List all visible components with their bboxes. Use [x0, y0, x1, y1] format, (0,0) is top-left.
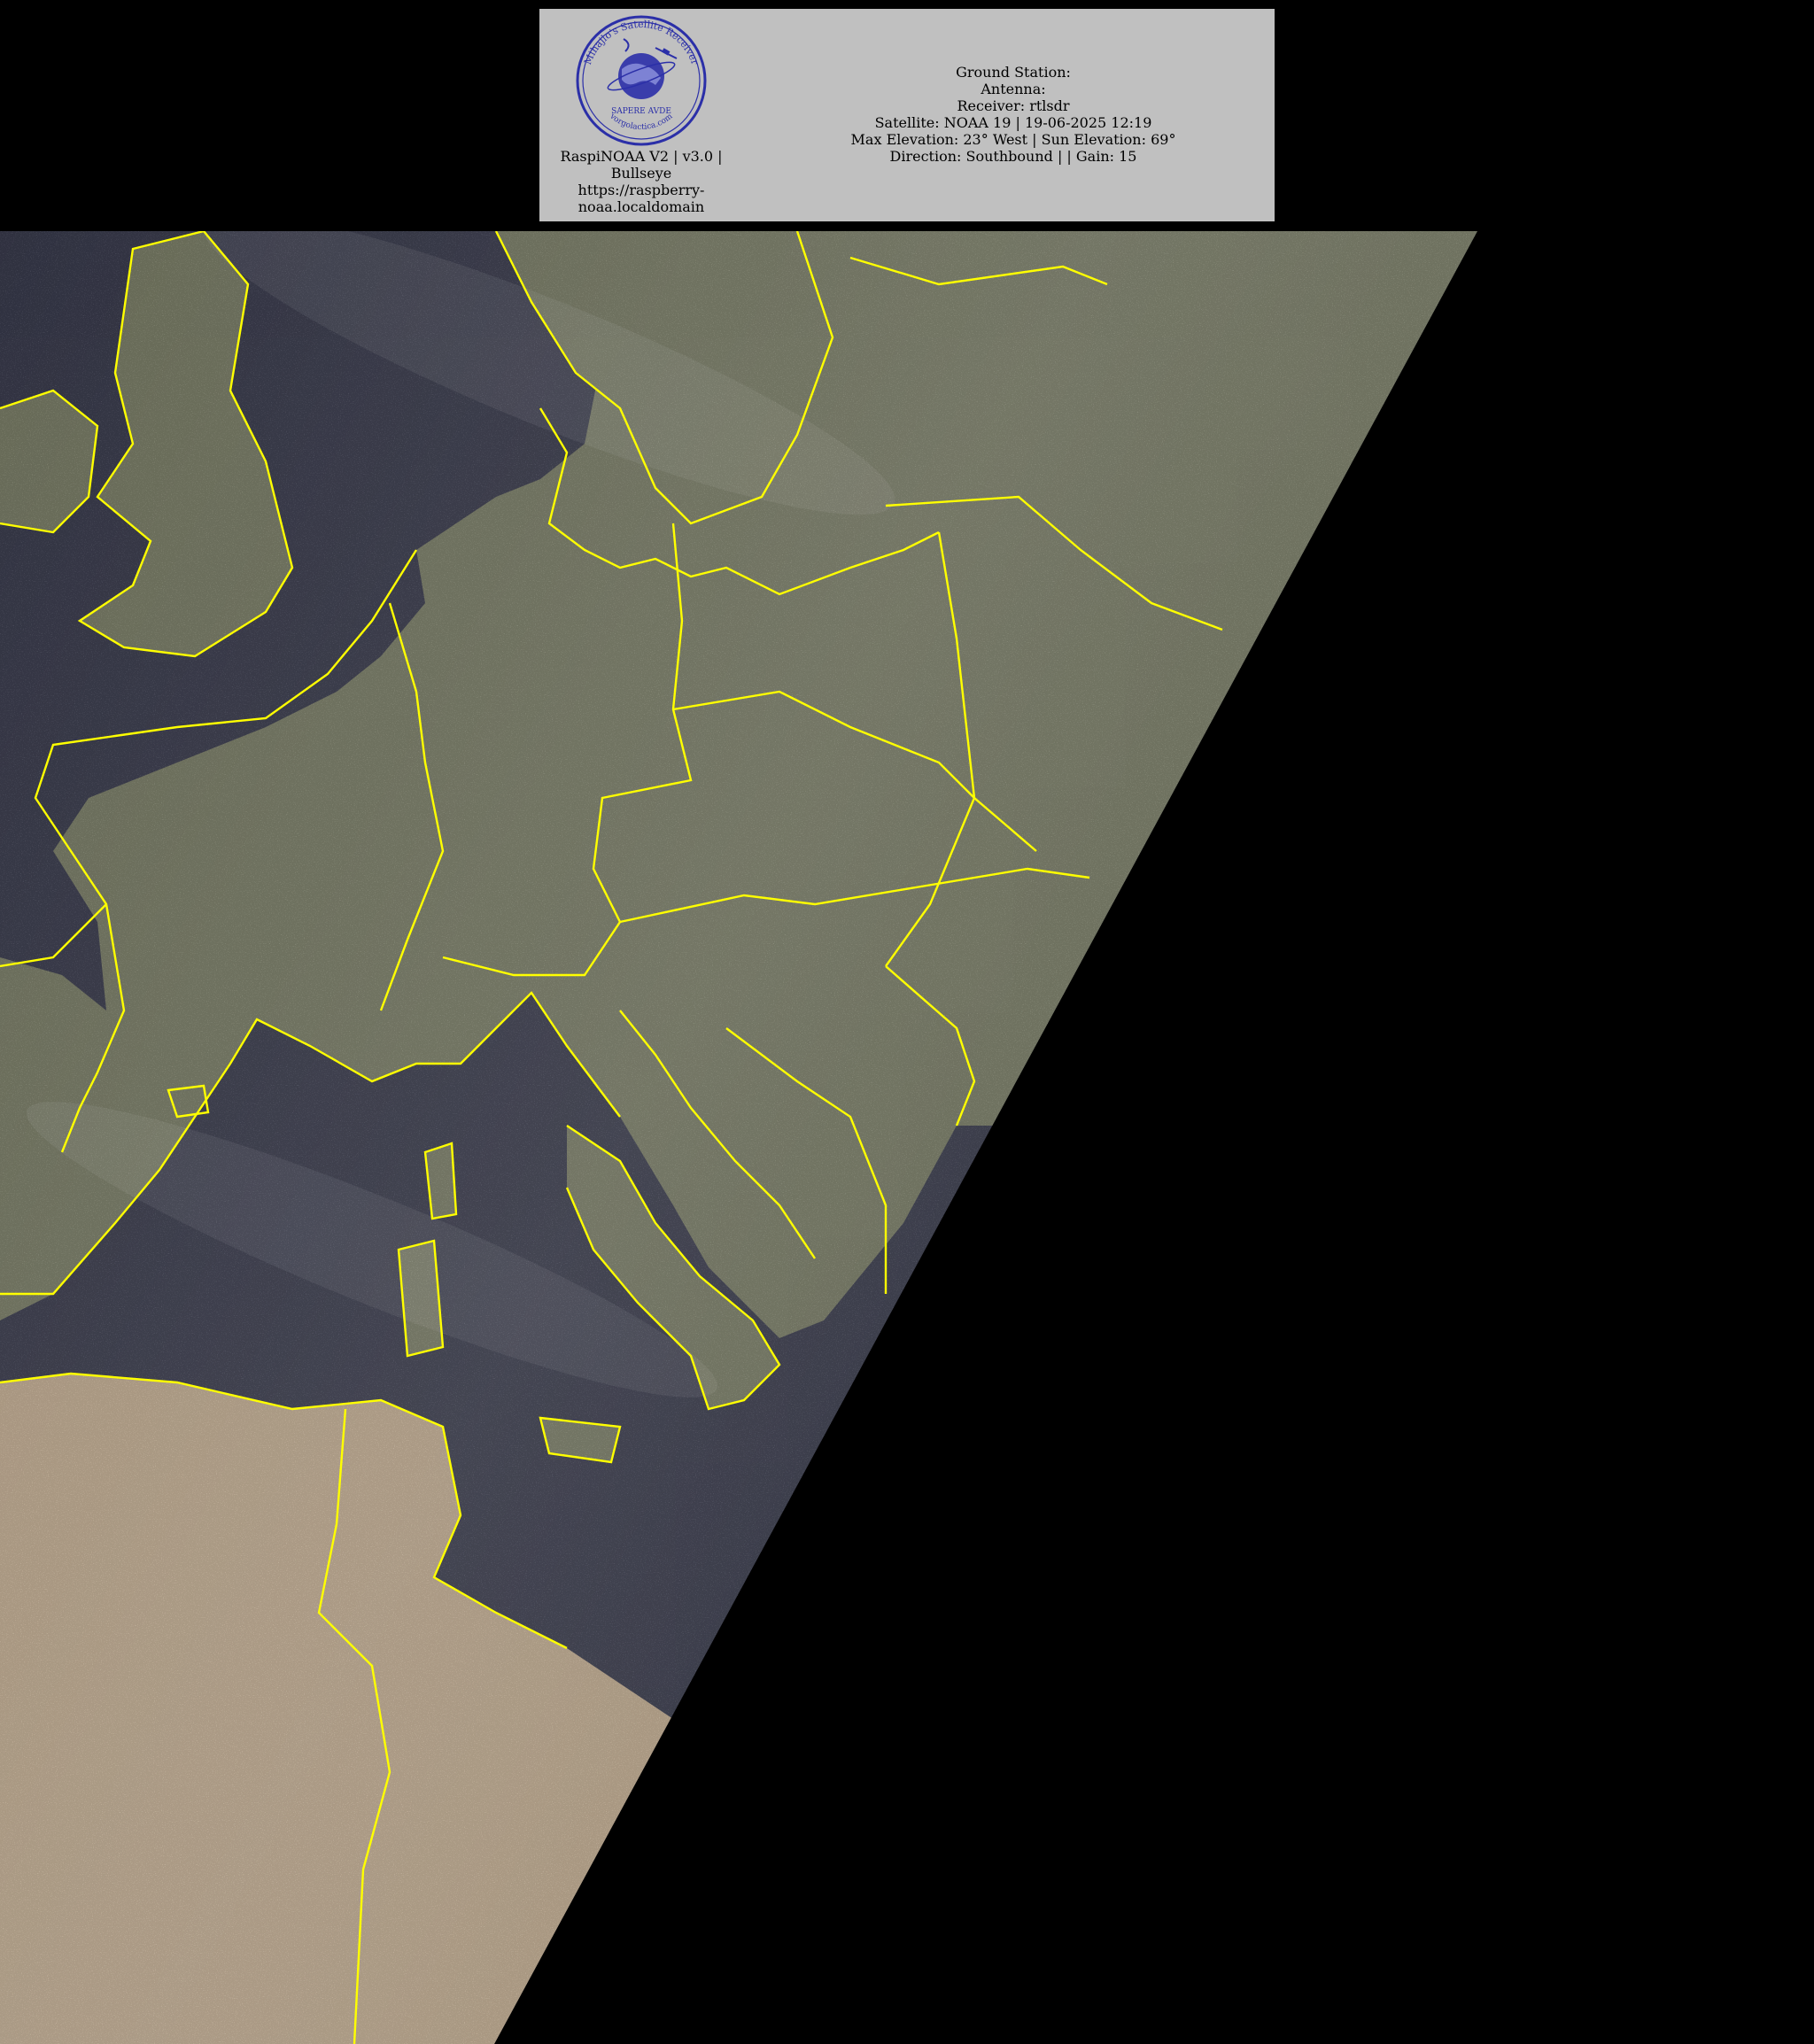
- system-info-line: Bullseye: [610, 165, 672, 182]
- antenna-label: Antenna:: [981, 81, 1046, 97]
- system-info-line: RaspiNOAA V2 | v3.0 |: [560, 148, 723, 165]
- satellite-label: Satellite: NOAA 19 | 19-06-2025 12:19: [874, 114, 1152, 131]
- stamp-motto: SAPERE AVDE: [611, 107, 671, 116]
- system-info-line: noaa.localdomain: [578, 198, 705, 215]
- receiver-stamp-logo: Mihajlo's Satellite Receiver SAPERE AVDE…: [570, 14, 712, 147]
- direction-gain-label: Direction: Southbound | | Gain: 15: [889, 148, 1137, 165]
- system-info-line: https://raspberry-: [578, 182, 705, 198]
- info-panel: Mihajlo's Satellite Receiver SAPERE AVDE…: [539, 9, 1275, 221]
- system-info: RaspiNOAA V2 | v3.0 | Bullseye https://r…: [539, 148, 743, 215]
- elevation-label: Max Elevation: 23° West | Sun Elevation:…: [850, 131, 1176, 148]
- satellite-image: [0, 231, 1814, 2044]
- pass-info: Ground Station: Antenna: Receiver: rtlsd…: [761, 64, 1266, 165]
- receiver-label: Receiver: rtlsdr: [957, 97, 1070, 114]
- ground-station-label: Ground Station:: [956, 64, 1071, 81]
